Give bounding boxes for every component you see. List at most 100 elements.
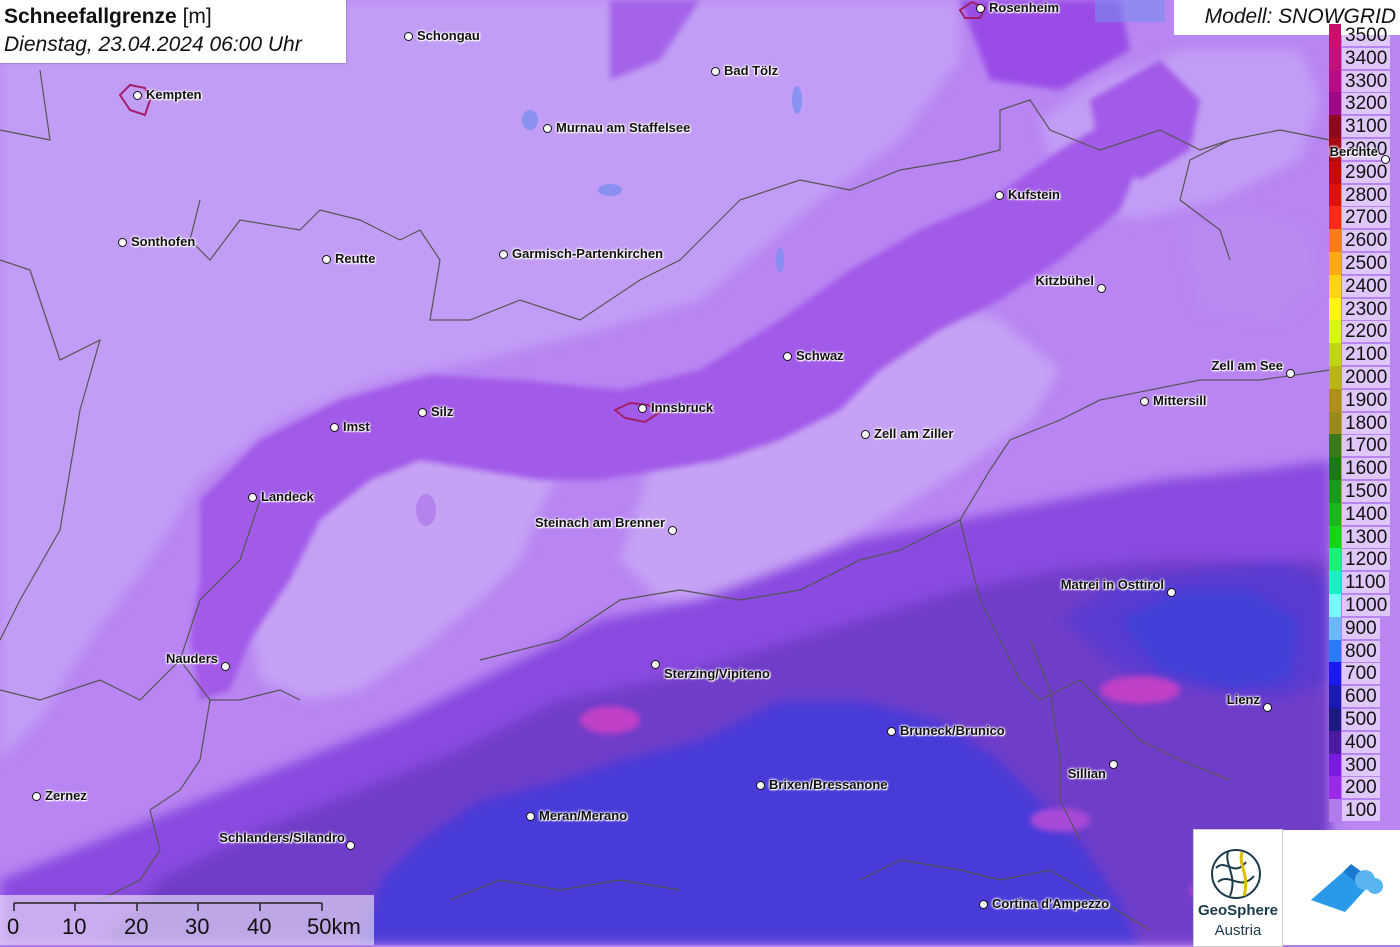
city-marker-icon[interactable]	[418, 408, 427, 417]
city-marker-icon[interactable]	[756, 781, 765, 790]
city-label[interactable]: Silz	[431, 404, 453, 419]
city-marker-icon[interactable]	[979, 900, 988, 909]
legend-item: 2600	[1329, 229, 1400, 253]
legend-item: 400	[1329, 730, 1400, 754]
city-label[interactable]: Zell am Ziller	[874, 426, 953, 441]
city-marker-icon[interactable]	[976, 4, 985, 13]
city-marker-icon[interactable]	[861, 430, 870, 439]
legend-label: 400	[1342, 731, 1380, 753]
legend-swatch	[1329, 183, 1341, 207]
city-label[interactable]: Innsbruck	[651, 400, 713, 415]
legend-item: 1800	[1329, 411, 1400, 435]
city-marker-icon[interactable]	[499, 250, 508, 259]
legend-item: 2000	[1329, 366, 1400, 389]
cloud-arrow-icon	[1311, 864, 1383, 912]
city-label[interactable]: Sonthofen	[131, 234, 195, 249]
city-marker-icon[interactable]	[1263, 703, 1272, 712]
city-label[interactable]: Zell am See	[1211, 358, 1283, 373]
city-marker-icon[interactable]	[711, 67, 720, 76]
city-label[interactable]: Schwaz	[796, 348, 844, 363]
city-label[interactable]: Kufstein	[1008, 187, 1060, 202]
legend-label: 2100	[1342, 344, 1391, 366]
city-marker-icon[interactable]	[1167, 588, 1176, 597]
legend-label: 1300	[1342, 526, 1391, 548]
city-marker-icon[interactable]	[543, 124, 552, 133]
city-marker-icon[interactable]	[1140, 397, 1149, 406]
city-marker-icon[interactable]	[32, 792, 41, 801]
legend-item: 300	[1329, 753, 1400, 777]
city-label[interactable]: Bad Tölz	[724, 63, 778, 78]
legend-swatch	[1329, 46, 1341, 70]
legend-swatch	[1329, 411, 1341, 435]
legend-swatch	[1329, 297, 1341, 321]
city-marker-icon[interactable]	[330, 423, 339, 432]
city-label[interactable]: Brixen/Bressanone	[769, 777, 888, 792]
city-marker-icon[interactable]	[133, 91, 142, 100]
city-marker-icon[interactable]	[248, 493, 257, 502]
legend-label: 2600	[1342, 230, 1391, 252]
legend-swatch	[1329, 320, 1341, 344]
legend-swatch	[1329, 799, 1341, 823]
city-marker-icon[interactable]	[638, 404, 647, 413]
legend-label: 3300	[1342, 70, 1391, 92]
legend-swatch	[1329, 616, 1341, 640]
city-marker-icon[interactable]	[995, 191, 1004, 200]
city-marker-icon[interactable]	[1286, 369, 1295, 378]
legend-swatch	[1329, 160, 1341, 184]
city-label[interactable]: Matrei in Osttirol	[1061, 577, 1164, 592]
city-label[interactable]: Kitzbühel	[1036, 273, 1095, 288]
legend-label: 2700	[1342, 207, 1391, 229]
city-label[interactable]: Berchte	[1330, 144, 1378, 159]
city-marker-icon[interactable]	[651, 660, 660, 669]
legend-item: 1200	[1329, 548, 1400, 572]
city-marker-icon[interactable]	[887, 727, 896, 736]
city-marker-icon[interactable]	[668, 526, 677, 535]
city-label[interactable]: Lienz	[1227, 692, 1260, 707]
city-label[interactable]: Landeck	[261, 489, 314, 504]
geosphere-logo[interactable]: GeoSphere Austria	[1193, 829, 1283, 947]
geosphere-subname: Austria	[1214, 922, 1262, 939]
legend-item: 200	[1329, 776, 1400, 800]
city-marker-icon[interactable]	[1109, 760, 1118, 769]
title-unit: [m]	[182, 5, 212, 28]
scale-tick-label: 50km	[307, 914, 361, 939]
city-label[interactable]: Garmisch-Partenkirchen	[512, 246, 663, 261]
city-label[interactable]: Schongau	[417, 28, 480, 43]
city-label[interactable]: Bruneck/Brunico	[900, 723, 1005, 738]
legend-swatch	[1329, 662, 1341, 686]
city-label[interactable]: Murnau am Staffelsee	[556, 120, 690, 135]
city-marker-icon[interactable]	[322, 255, 331, 264]
legend-label: 900	[1342, 617, 1380, 639]
city-marker-icon[interactable]	[346, 841, 355, 850]
city-label[interactable]: Imst	[343, 419, 370, 434]
city-label[interactable]: Steinach am Brenner	[535, 515, 665, 530]
city-marker-icon[interactable]	[783, 352, 792, 361]
city-label[interactable]: Sillian	[1068, 766, 1106, 781]
city-marker-icon[interactable]	[404, 32, 413, 41]
city-marker-icon[interactable]	[1381, 155, 1390, 164]
city-marker-icon[interactable]	[1097, 284, 1106, 293]
city-label[interactable]: Schlanders/Silandro	[219, 830, 345, 845]
legend-label: 600	[1342, 686, 1380, 708]
city-label[interactable]: Reutte	[335, 251, 375, 266]
city-marker-icon[interactable]	[526, 812, 535, 821]
city-label[interactable]: Nauders	[166, 651, 218, 666]
city-marker-icon[interactable]	[221, 662, 230, 671]
city-label[interactable]: Mittersill	[1153, 393, 1206, 408]
city-label[interactable]: Sterzing/Vipiteno	[664, 666, 770, 681]
city-label[interactable]: Zernez	[45, 788, 87, 803]
city-marker-icon[interactable]	[118, 238, 127, 247]
weather-app-logo[interactable]	[1283, 830, 1400, 945]
city-label[interactable]: Cortina d'Ampezzo	[992, 896, 1109, 911]
legend-swatch	[1329, 92, 1341, 116]
snowfall-limit-map[interactable]	[0, 0, 1400, 945]
title-name: Schneefallgrenze	[4, 5, 177, 28]
map-datetime: Dienstag, 23.04.2024 06:00 Uhr	[4, 33, 302, 56]
city-label[interactable]: Rosenheim	[989, 0, 1059, 15]
legend-label: 1700	[1342, 435, 1391, 457]
city-label[interactable]: Meran/Merano	[539, 808, 627, 823]
legend-item: 3400	[1329, 46, 1400, 70]
city-label[interactable]: Kempten	[146, 87, 202, 102]
legend-label: 1500	[1342, 481, 1391, 502]
legend-label: 2300	[1342, 298, 1391, 320]
